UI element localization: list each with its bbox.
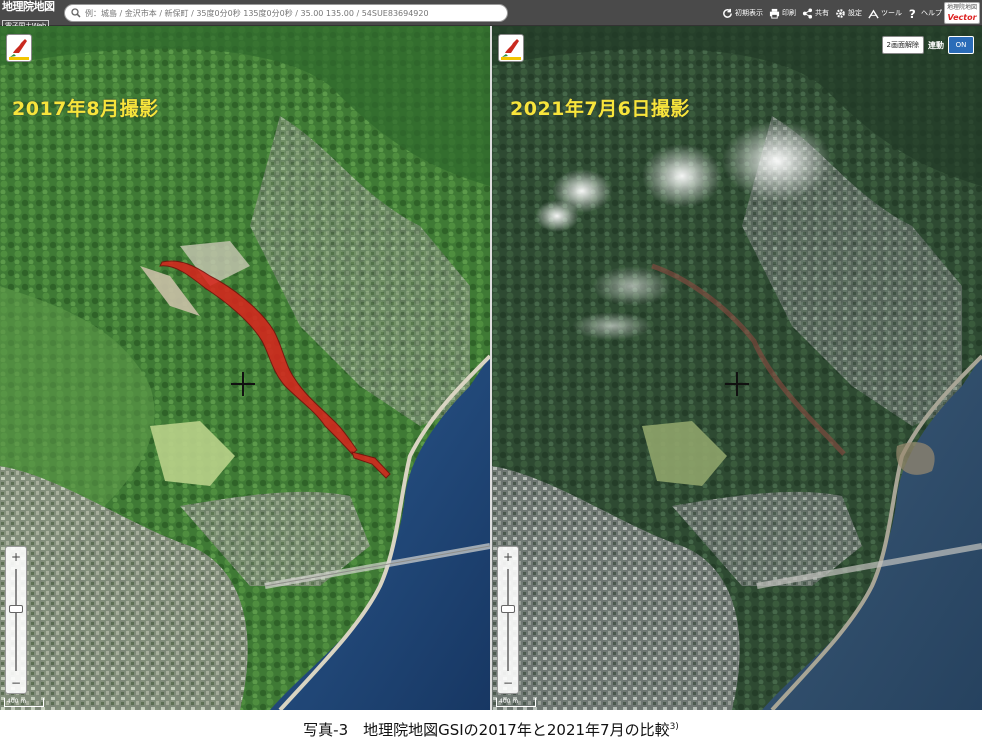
search-input[interactable]: [85, 6, 505, 21]
japan-map-icon: [501, 39, 521, 60]
sync-toggle[interactable]: ON: [948, 36, 974, 54]
zoom-out-button[interactable]: −: [6, 675, 26, 691]
layer-toggle-icon[interactable]: [6, 34, 32, 62]
initial-view-label: 初期表示: [735, 9, 763, 17]
top-toolbar: 地理院地図 電子国土Web 初期表示 印刷 共有 設定 ツール: [0, 0, 982, 32]
map-pane-2017[interactable]: 2017年8月撮影 + − 400 m: [0, 26, 490, 710]
photo-date-label-2017: 2017年8月撮影: [12, 98, 159, 120]
search-icon: [71, 8, 81, 18]
scale-bar-right: 400 m: [496, 698, 536, 707]
map-pane-2021[interactable]: 2021年7月6日撮影 2画面解除 連動 ON + − 400 m: [492, 26, 982, 710]
vector-line2: Vector: [947, 13, 977, 22]
help-button[interactable]: ? ヘルプ: [908, 8, 942, 19]
zoom-slider-handle[interactable]: [501, 605, 515, 613]
caption-reference: 3): [669, 722, 679, 732]
zoom-in-button[interactable]: +: [6, 549, 26, 565]
settings-button[interactable]: 設定: [835, 8, 862, 19]
zoom-in-button[interactable]: +: [498, 549, 518, 565]
tools-icon: [868, 8, 879, 18]
aerial-photo-2021: [492, 26, 982, 710]
center-crosshair: [231, 372, 255, 396]
help-icon: ?: [909, 8, 916, 19]
svg-text:?: ?: [909, 8, 916, 19]
zoom-control[interactable]: + −: [5, 546, 27, 694]
app-logo[interactable]: 地理院地図 電子国土Web: [2, 0, 62, 32]
toolbar-tools: 初期表示 印刷 共有 設定 ツール ? ヘルプ: [722, 3, 942, 23]
help-label: ヘルプ: [921, 9, 942, 17]
share-button[interactable]: 共有: [802, 7, 829, 19]
sync-label: 連動: [928, 40, 944, 50]
zoom-track[interactable]: [507, 569, 509, 671]
settings-label: 設定: [848, 9, 862, 17]
vector-map-button[interactable]: 地理院地図 Vector: [944, 2, 980, 24]
zoom-out-button[interactable]: −: [498, 675, 518, 691]
photo-date-label-2021: 2021年7月6日撮影: [510, 98, 690, 120]
aerial-photo-2017: [0, 26, 490, 710]
center-crosshair-right: [725, 372, 749, 396]
initial-view-button[interactable]: 初期表示: [722, 8, 763, 19]
zoom-control-right[interactable]: + −: [497, 546, 519, 694]
zoom-slider-handle[interactable]: [9, 605, 23, 613]
figure-caption: 写真-3 地理院地図GSIの2017年と2021年7月の比較3): [0, 712, 982, 743]
layer-toggle-icon-right[interactable]: [498, 34, 524, 62]
tools-label: ツール: [881, 9, 902, 17]
dual-pane-release-button[interactable]: 2画面解除: [881, 36, 924, 54]
search-bar[interactable]: [64, 4, 508, 22]
share-icon: [802, 7, 813, 19]
refresh-icon: [723, 8, 732, 18]
caption-text: 写真-3 地理院地図GSIの2017年と2021年7月の比較: [303, 721, 670, 739]
logo-title: 地理院地図: [2, 0, 55, 13]
share-label: 共有: [815, 9, 829, 17]
printer-icon: [769, 8, 780, 19]
japan-map-icon: [9, 39, 29, 60]
scale-bar: 400 m: [4, 698, 44, 707]
tools-button[interactable]: ツール: [868, 8, 902, 19]
gear-icon: [836, 8, 845, 18]
print-label: 印刷: [782, 9, 796, 17]
vector-line1: 地理院地図: [946, 4, 977, 11]
zoom-track[interactable]: [15, 569, 17, 671]
compare-controls: 2画面解除 連動 ON: [881, 36, 974, 54]
print-button[interactable]: 印刷: [769, 8, 796, 19]
